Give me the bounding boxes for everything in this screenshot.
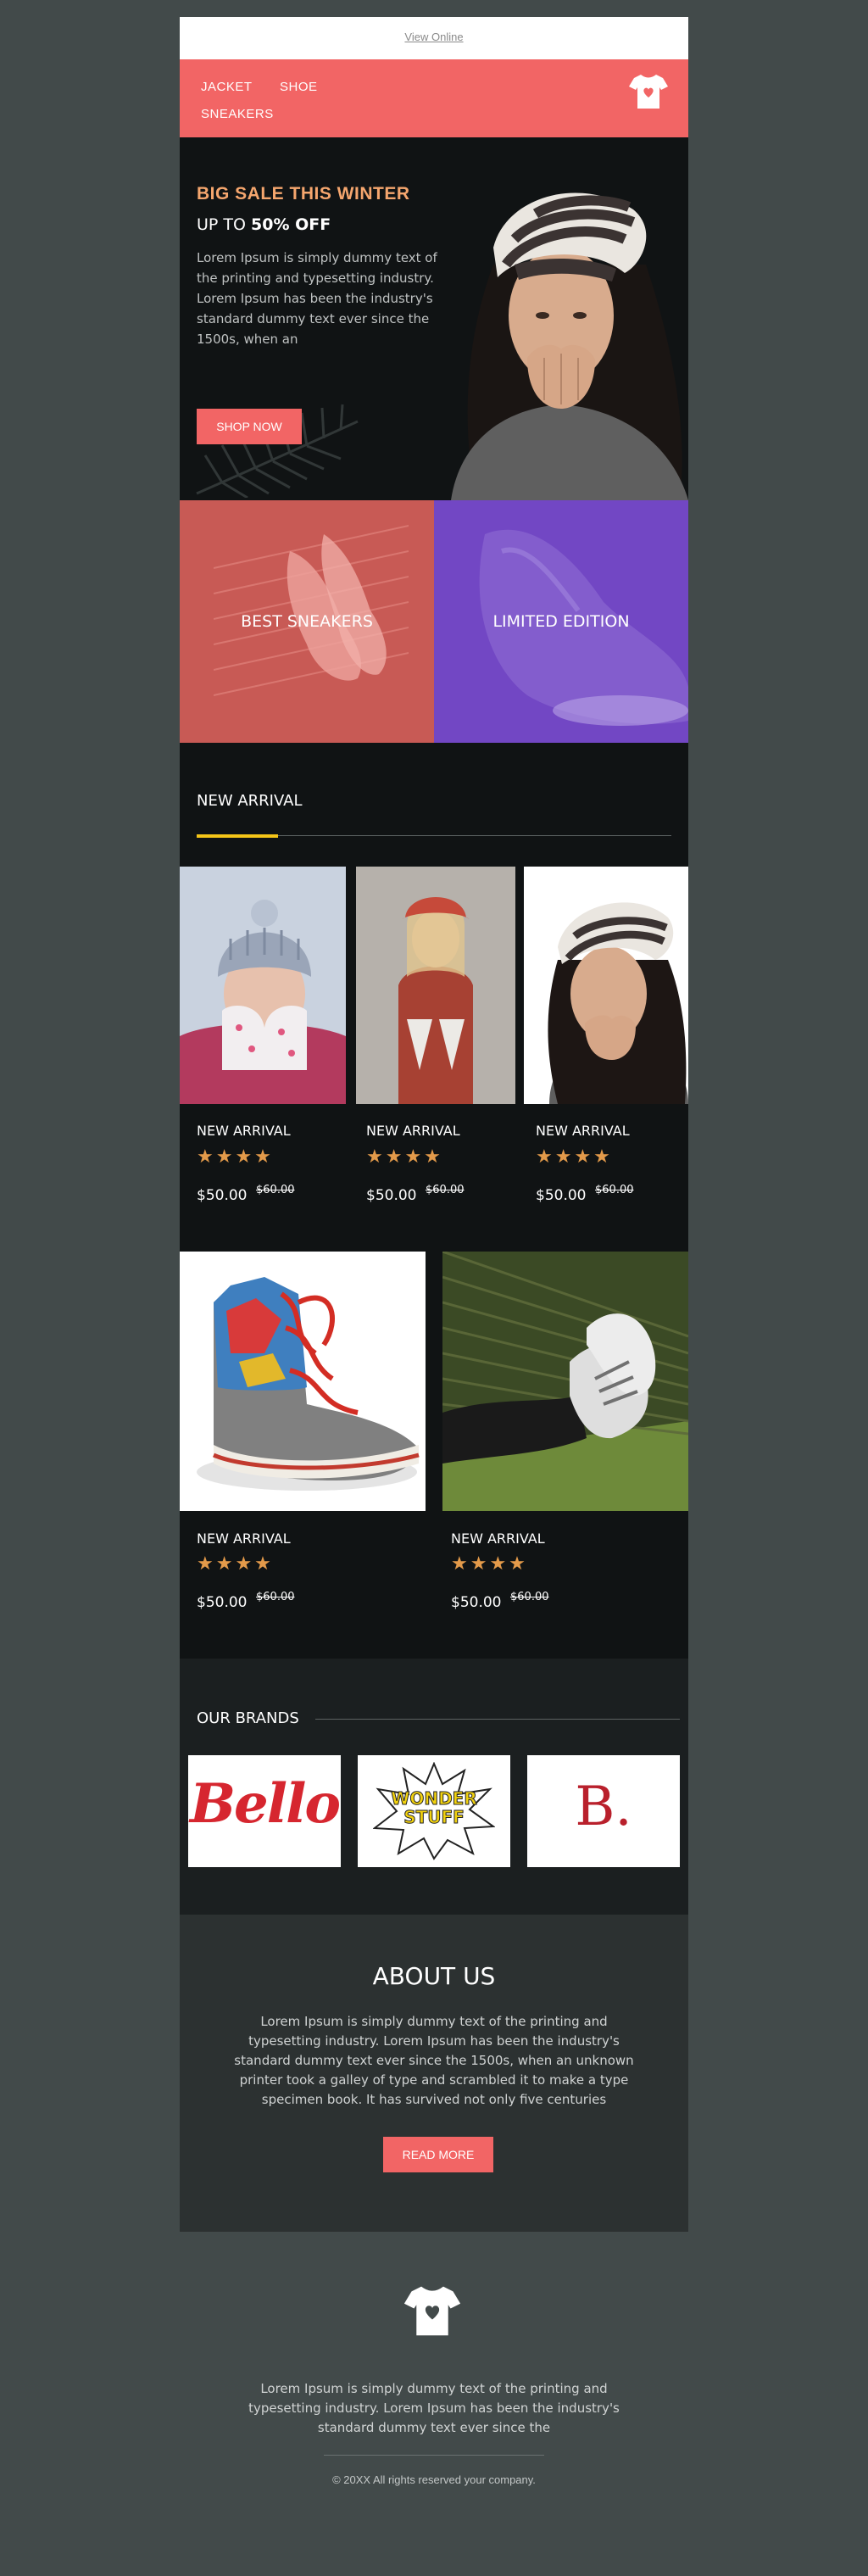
hero-model-image xyxy=(451,192,688,500)
product-rating-4: ★★★★ xyxy=(197,1553,274,1575)
product-price-2: $50.00 xyxy=(366,1187,417,1204)
product-rating-5: ★★★★ xyxy=(451,1553,528,1575)
promo-label-best-sneakers: BEST SNEAKERS xyxy=(241,612,373,631)
about-heading: ABOUT US xyxy=(372,1962,496,1990)
product-image-1[interactable] xyxy=(180,867,346,1104)
footer-divider xyxy=(324,2455,544,2456)
nav-item-jacket[interactable]: JACKET xyxy=(201,80,253,94)
brand-logo-wonder-stuff[interactable]: WONDER STUFF xyxy=(358,1755,510,1867)
heading-accent-bar xyxy=(197,834,278,838)
heading-divider xyxy=(278,835,671,836)
new-arrival-heading: NEW ARRIVAL xyxy=(197,792,303,810)
promo-label-limited-edition: LIMITED EDITION xyxy=(492,612,630,631)
about-body: Lorem Ipsum is simply dummy text of the … xyxy=(234,2014,634,2107)
tshirt-heart-icon[interactable] xyxy=(627,70,670,112)
top-bar: View Online xyxy=(180,17,688,59)
product-rating-2: ★★★★ xyxy=(366,1146,443,1168)
brands-divider xyxy=(315,1719,680,1720)
brands-heading: OUR BRANDS xyxy=(197,1709,299,1727)
footer-body: Lorem Ipsum is simply dummy text of the … xyxy=(248,2381,620,2435)
brand-logo-bello[interactable]: Bello xyxy=(188,1755,341,1867)
product-image-3[interactable] xyxy=(524,867,688,1104)
hero-banner: BIG SALE THIS WINTER UP TO 50% OFF Lorem… xyxy=(180,137,688,500)
new-arrival-section: NEW ARRIVAL NEW ARRIVAL ★★★★ $50.00 $60.… xyxy=(180,743,688,1659)
product-image-4[interactable] xyxy=(180,1252,426,1511)
product-old-price-1: $60.00 xyxy=(256,1184,295,1196)
product-old-price-2: $60.00 xyxy=(426,1184,465,1196)
hero-title: BIG SALE THIS WINTER xyxy=(197,184,410,204)
product-image-2[interactable] xyxy=(356,867,515,1104)
product-old-price-3: $60.00 xyxy=(595,1184,634,1196)
nav-item-shoe[interactable]: SHOE xyxy=(280,80,318,94)
product-title-3[interactable]: NEW ARRIVAL xyxy=(536,1123,630,1139)
hero-subtitle: UP TO 50% OFF xyxy=(197,215,331,234)
product-rating-1: ★★★★ xyxy=(197,1146,274,1168)
product-price-3: $50.00 xyxy=(536,1187,587,1204)
view-online-link[interactable]: View Online xyxy=(180,31,688,43)
brand-logo-b[interactable]: B. xyxy=(527,1755,680,1867)
product-image-5[interactable] xyxy=(442,1252,688,1511)
about-section: ABOUT US Lorem Ipsum is simply dummy tex… xyxy=(180,1915,688,2232)
product-title-1[interactable]: NEW ARRIVAL xyxy=(197,1123,291,1139)
promo-best-sneakers[interactable]: BEST SNEAKERS xyxy=(180,500,434,743)
product-old-price-5: $60.00 xyxy=(510,1591,549,1603)
nav-bar: JACKET SHOE SNEAKERS xyxy=(180,59,688,137)
footer-tshirt-heart-icon[interactable] xyxy=(398,2279,466,2340)
product-title-4[interactable]: NEW ARRIVAL xyxy=(197,1531,291,1547)
product-title-5[interactable]: NEW ARRIVAL xyxy=(451,1531,545,1547)
footer-copyright: © 20XX All rights reserved your company. xyxy=(332,2473,536,2486)
hero-body: Lorem Ipsum is simply dummy text of the … xyxy=(197,250,437,347)
product-price-5: $50.00 xyxy=(451,1594,502,1611)
product-old-price-4: $60.00 xyxy=(256,1591,295,1603)
read-more-button[interactable]: READ MORE xyxy=(383,2137,493,2172)
product-price-1: $50.00 xyxy=(197,1187,248,1204)
shop-now-button[interactable]: SHOP NOW xyxy=(197,409,302,444)
promo-limited-edition[interactable]: LIMITED EDITION xyxy=(434,500,688,743)
product-price-4: $50.00 xyxy=(197,1594,248,1611)
nav-item-sneakers[interactable]: SNEAKERS xyxy=(201,107,274,121)
product-rating-3: ★★★★ xyxy=(536,1146,613,1168)
product-title-2[interactable]: NEW ARRIVAL xyxy=(366,1123,460,1139)
